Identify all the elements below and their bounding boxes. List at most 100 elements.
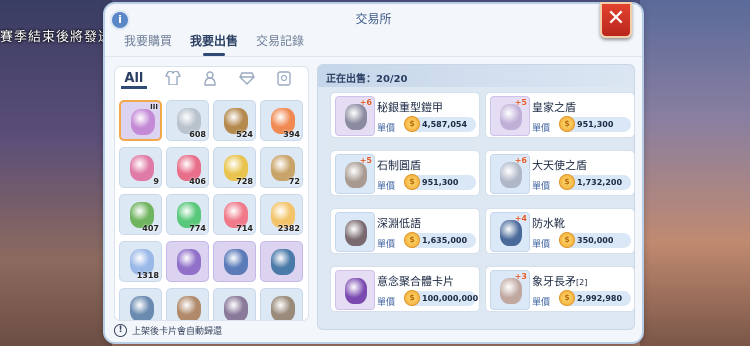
- card-book-item-icon: [224, 249, 248, 275]
- item-name-text: 皇家之盾: [532, 101, 576, 114]
- item-name-text: 深淵低語: [377, 217, 421, 230]
- inventory-slot[interactable]: [119, 288, 162, 320]
- item-refine-level: +4: [514, 214, 527, 223]
- item-name: 深淵低語: [377, 215, 421, 231]
- slot-count: 714: [236, 224, 253, 233]
- inventory-slot[interactable]: 2382: [260, 194, 303, 235]
- unit-price-label: 單價: [377, 124, 396, 134]
- item-refine-level: +5: [359, 156, 372, 165]
- tab-buy[interactable]: 我要購買: [115, 30, 181, 51]
- item-refine-level: +5: [514, 98, 527, 107]
- inventory-slot[interactable]: [166, 288, 209, 320]
- listing-header: 正在出售：20/20: [318, 65, 634, 87]
- price-value: 951,300: [422, 178, 459, 187]
- unit-price-label: 單價: [377, 240, 396, 250]
- coin-icon: $: [559, 290, 575, 306]
- listing-item[interactable]: 深淵低語單價 $1,635,000: [330, 208, 480, 254]
- item-image: +5: [335, 154, 375, 194]
- item-refine-level: +6: [359, 98, 372, 107]
- listing-panel: 正在出售：20/20 +6 秘銀重型鎧甲單價 $4,587,054 +5 皇家之盾單價 $…: [317, 64, 635, 330]
- price-box: $4,587,054: [404, 116, 476, 132]
- listing-item[interactable]: +6 秘銀重型鎧甲單價 $4,587,054: [330, 92, 480, 138]
- horn-item-icon: [271, 296, 295, 320]
- item-name: 象牙長矛[2]: [532, 273, 587, 289]
- listing-item[interactable]: +5 皇家之盾 單價 $951,300: [485, 92, 635, 138]
- necklace-icon: [345, 220, 367, 246]
- inventory-slot[interactable]: III: [119, 100, 162, 141]
- item-name-text: 石制圓盾: [377, 159, 421, 172]
- tab-history[interactable]: 交易記錄: [247, 30, 313, 51]
- unit-price-label: 單價: [532, 298, 551, 308]
- background-right: [640, 0, 750, 346]
- inventory-slot[interactable]: 406: [166, 147, 209, 188]
- inventory-slot[interactable]: [166, 241, 209, 282]
- listing-item[interactable]: 意念聚合體卡片 單價 $100,000,000: [330, 266, 480, 312]
- inventory-slot[interactable]: 608: [166, 100, 209, 141]
- price-value: 100,000,000: [422, 294, 479, 303]
- item-name: 秘銀重型鎧甲: [377, 99, 443, 115]
- item-image: +5: [490, 96, 530, 136]
- inventory-slot[interactable]: 1318: [119, 241, 162, 282]
- inventory-slot[interactable]: 394: [260, 100, 303, 141]
- inventory-slot[interactable]: 9: [119, 147, 162, 188]
- tab-sell[interactable]: 我要出售: [181, 30, 247, 56]
- category-all[interactable]: All: [121, 71, 147, 89]
- spike-item-icon: [130, 296, 154, 320]
- slot-count: 774: [189, 224, 206, 233]
- item-name-text: 象牙長矛: [532, 275, 576, 288]
- tab-divider: [105, 56, 642, 57]
- slot-count: 728: [236, 177, 253, 186]
- price-box: $350,000: [559, 232, 631, 248]
- auto-return-note: ! 上架後卡片會自動歸還: [114, 322, 314, 338]
- coin-icon: $: [559, 232, 575, 248]
- inventory-slot[interactable]: 72: [260, 147, 303, 188]
- inventory-slot[interactable]: 728: [213, 147, 256, 188]
- armor-icon[interactable]: [155, 70, 192, 89]
- inventory-slot[interactable]: [213, 241, 256, 282]
- slot-count: 9: [153, 177, 159, 186]
- price-box: $1,635,000: [404, 232, 476, 248]
- angel-shield-icon: [500, 162, 522, 188]
- item-image: [335, 270, 375, 310]
- claw-item-icon: [177, 296, 201, 320]
- close-button[interactable]: ✕: [600, 2, 632, 38]
- coin-icon: $: [559, 116, 575, 132]
- unit-price-label: 單價: [377, 298, 396, 308]
- inventory-slot[interactable]: 774: [166, 194, 209, 235]
- slot-count: 406: [189, 177, 206, 186]
- card-icon[interactable]: [265, 70, 302, 90]
- inventory-slot[interactable]: [260, 288, 303, 320]
- slot-count: 2382: [277, 224, 300, 233]
- card-book-item-2-icon: [271, 249, 295, 275]
- item-image: +6: [335, 96, 375, 136]
- inventory-slot[interactable]: 524: [213, 100, 256, 141]
- gem-icon[interactable]: [228, 71, 265, 89]
- price-box: $2,992,980: [559, 290, 631, 306]
- price-value: 4,587,054: [422, 120, 468, 129]
- price-value: 1,635,000: [422, 236, 468, 245]
- potion-icon[interactable]: [192, 70, 229, 90]
- info-icon[interactable]: i: [110, 10, 130, 30]
- slot-count: 1318: [136, 271, 159, 280]
- coin-icon: $: [404, 116, 420, 132]
- unit-price-label: 單價: [377, 182, 396, 192]
- price-box: $100,000,000: [404, 290, 479, 306]
- listing-item[interactable]: +3 象牙長矛[2] 單價 $2,992,980: [485, 266, 635, 312]
- inventory-slot[interactable]: [260, 241, 303, 282]
- item-name-text: 大天使之盾: [532, 159, 587, 172]
- inventory-slot[interactable]: [213, 288, 256, 320]
- armor-item-icon: [131, 109, 155, 135]
- inventory-slot[interactable]: 714: [213, 194, 256, 235]
- price-box: $951,300: [559, 116, 631, 132]
- slot-count: 407: [142, 224, 159, 233]
- unit-price-label: 單價: [532, 240, 551, 250]
- inventory-panel: All III 608 524 394 9 406 728 72 407 774 714 2382 13…: [114, 66, 309, 321]
- listing-item[interactable]: +6 大天使之盾 單價 $1,732,200: [485, 150, 635, 196]
- item-refine-level: +3: [514, 272, 527, 281]
- note-text: 上架後卡片會自動歸還: [132, 326, 223, 337]
- listing-item[interactable]: +4 防水靴 單價 $350,000: [485, 208, 635, 254]
- item-image: [335, 212, 375, 252]
- armor-icon: [345, 104, 367, 130]
- inventory-slot[interactable]: 407: [119, 194, 162, 235]
- listing-item[interactable]: +5 石制圓盾 單價 $951,300: [330, 150, 480, 196]
